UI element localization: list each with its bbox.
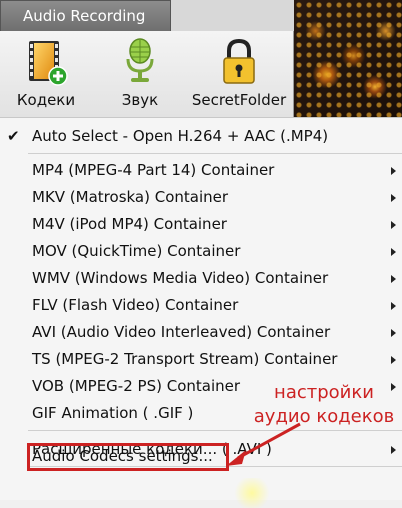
menu-item-label: TS (MPEG-2 Transport Stream) Container — [32, 350, 338, 368]
submenu-arrow-icon — [391, 248, 396, 256]
cursor-glow — [232, 478, 272, 508]
menu-item-label: AVI (Audio Video Interleaved) Container — [32, 323, 331, 341]
menu-item-m4v[interactable]: M4V (iPod MP4) Container — [0, 211, 402, 238]
menu-item-mov[interactable]: MOV (QuickTime) Container — [0, 238, 402, 265]
menu-item-ts[interactable]: TS (MPEG-2 Transport Stream) Container — [0, 346, 402, 373]
menu-item-label: Audio Codecs settings... — [32, 447, 213, 465]
submenu-arrow-icon — [391, 302, 396, 310]
menu-item-flv[interactable]: FLV (Flash Video) Container — [0, 292, 402, 319]
toolbar: Кодеки Звук SecretFolder — [0, 31, 294, 117]
microphone-icon — [126, 38, 154, 82]
menu-item-label: WMV (Windows Media Video) Container — [32, 269, 329, 287]
tab-audio-recording[interactable]: Audio Recording — [0, 0, 171, 31]
menu-item-label: Auto Select - Open H.264 + AAC (.MP4) — [32, 127, 329, 145]
menu-item-label: GIF Animation ( .GIF ) — [32, 404, 194, 422]
secretfolder-button[interactable]: SecretFolder — [188, 37, 290, 109]
arrow-pointer-icon — [226, 422, 301, 466]
menu-item-label: FLV (Flash Video) Container — [32, 296, 239, 314]
annotation-line-1: настройки — [274, 382, 374, 403]
menu-separator — [28, 153, 402, 154]
film-add-icon — [29, 41, 68, 86]
submenu-arrow-icon — [391, 275, 396, 283]
menu-separator — [28, 430, 402, 431]
menu-item-label: MKV (Matroska) Container — [32, 188, 229, 206]
menu-item-label: VOB (MPEG-2 PS) Container — [32, 377, 241, 395]
background-photo-texture — [294, 0, 402, 124]
menu-item-audio-codecs-label-row[interactable]: Audio Codecs settings... — [0, 443, 402, 470]
menu-item-label: M4V (iPod MP4) Container — [32, 215, 227, 233]
submenu-arrow-icon — [391, 194, 396, 202]
submenu-arrow-icon — [391, 329, 396, 337]
sound-label: Звук — [121, 91, 159, 109]
menu-item-avi[interactable]: AVI (Audio Video Interleaved) Container — [0, 319, 402, 346]
secretfolder-label: SecretFolder — [191, 91, 287, 109]
menu-item-wmv[interactable]: WMV (Windows Media Video) Container — [0, 265, 402, 292]
menu-item-auto-select[interactable]: ✔ Auto Select - Open H.264 + AAC (.MP4) — [0, 123, 402, 150]
menu-item-label: MOV (QuickTime) Container — [32, 242, 241, 260]
menu-item-label: MP4 (MPEG-4 Part 14) Container — [32, 161, 275, 179]
checkmark-icon: ✔ — [7, 127, 20, 145]
submenu-arrow-icon — [391, 167, 396, 175]
sound-button[interactable]: Звук — [110, 37, 170, 109]
menu-item-mp4[interactable]: MP4 (MPEG-4 Part 14) Container — [0, 157, 402, 184]
submenu-arrow-icon — [391, 221, 396, 229]
submenu-arrow-icon — [391, 356, 396, 364]
codecs-button[interactable]: Кодеки — [14, 37, 78, 109]
tab-strip — [171, 0, 294, 31]
menu-item-mkv[interactable]: MKV (Matroska) Container — [0, 184, 402, 211]
padlock-icon — [223, 38, 255, 84]
codecs-label: Кодеки — [16, 91, 76, 109]
